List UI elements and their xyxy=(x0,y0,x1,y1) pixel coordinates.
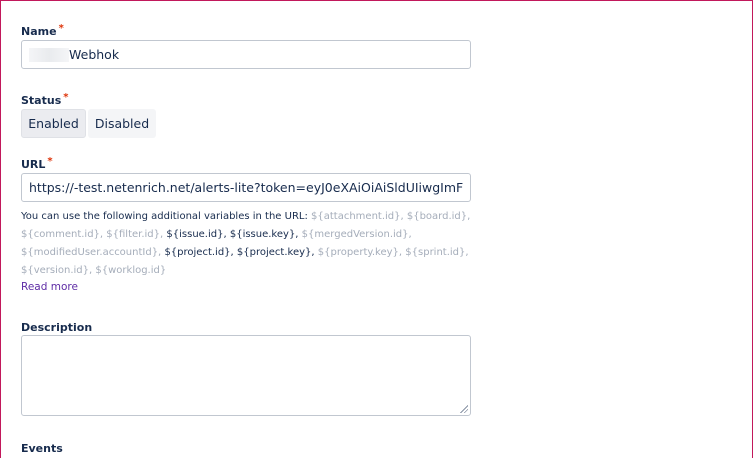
resize-handle-icon[interactable] xyxy=(460,405,468,413)
name-label: Name * xyxy=(21,23,64,38)
url-variable: ${property.key}, xyxy=(317,247,403,258)
url-variable: ${modifiedUser.accountId}, xyxy=(21,247,162,258)
url-value: -test.netenrich.net/alerts-lite?token=ey… xyxy=(73,180,464,195)
url-variable: ${mergedVersion.id}, xyxy=(301,229,412,240)
url-variable: ${board.id}, xyxy=(406,211,471,222)
url-variable: ${project.id}, xyxy=(164,247,234,258)
url-variable: ${attachment.id}, xyxy=(311,211,404,222)
events-label: Events xyxy=(21,442,63,455)
url-variable: ${worklog.id} xyxy=(95,265,167,276)
status-enabled-button[interactable]: Enabled xyxy=(21,109,86,138)
url-label: URL * xyxy=(21,156,53,171)
name-input[interactable]: Webhok xyxy=(21,40,471,69)
url-variable: ${sprint.id}, xyxy=(405,247,469,258)
url-help-text: You can use the following additional var… xyxy=(21,211,471,276)
required-marker: * xyxy=(47,156,53,167)
description-textarea[interactable] xyxy=(21,335,471,416)
url-variable: ${issue.id}, xyxy=(166,229,227,240)
status-label: Status * xyxy=(21,92,69,107)
name-value: Webhok xyxy=(69,47,120,62)
url-prefix: https:// xyxy=(29,180,74,195)
url-variable: ${filter.id}, xyxy=(106,229,164,240)
redacted-text xyxy=(29,47,69,62)
url-variable: ${comment.id}, xyxy=(21,229,104,240)
webhook-form: Name * Webhok Status * Enabled Disabled UR… xyxy=(0,0,753,458)
url-input[interactable]: https://-test.netenrich.net/alerts-lite?… xyxy=(21,173,471,202)
url-variable: ${project.key}, xyxy=(236,247,315,258)
url-variable: ${version.id}, xyxy=(21,265,93,276)
description-label: Description xyxy=(21,321,93,334)
required-marker: * xyxy=(58,23,64,34)
url-variable: ${issue.key}, xyxy=(229,229,299,240)
status-disabled-button[interactable]: Disabled xyxy=(88,109,156,138)
read-more-link[interactable]: Read more xyxy=(21,281,78,293)
required-marker: * xyxy=(63,92,69,103)
